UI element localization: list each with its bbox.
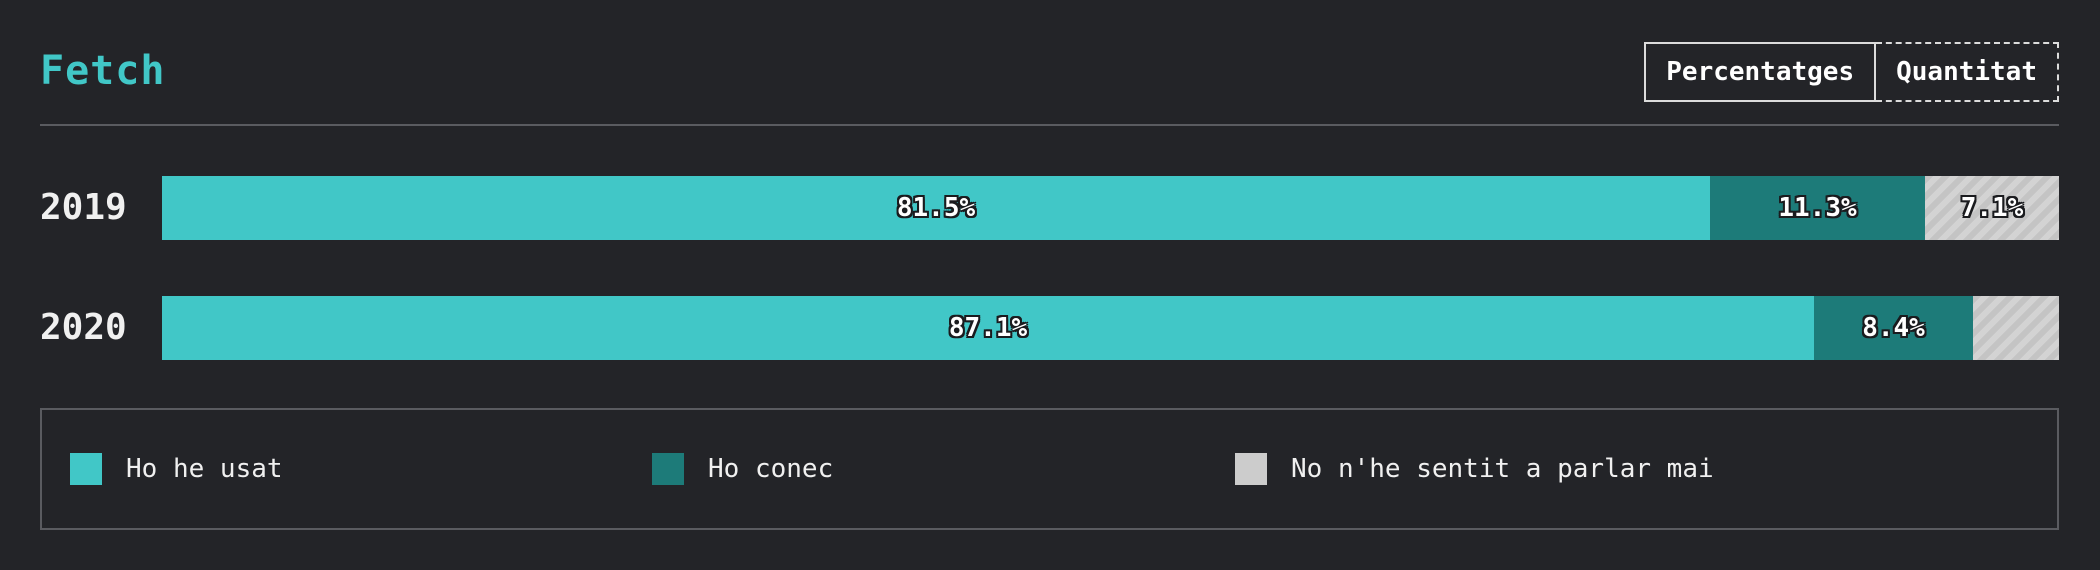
- legend-swatch-known: [652, 453, 684, 485]
- legend-label-never-heard: No n'he sentit a parlar mai: [1291, 454, 1714, 484]
- row-label-2020: 2020: [40, 307, 127, 348]
- view-toggle: Percentatges Quantitat: [1644, 42, 2059, 102]
- legend-swatch-used: [70, 453, 102, 485]
- data-label-never-heard-2019: 7.1%: [1960, 193, 2024, 223]
- data-label-used-2019: 81.5%: [896, 193, 976, 223]
- bar-segment-known-2019[interactable]: 11.3%: [1710, 176, 1925, 240]
- bar-row-2020: 2020 87.1% 8.4%: [40, 296, 2059, 360]
- bar-segment-used-2020[interactable]: 87.1%: [162, 296, 1814, 360]
- bar-segment-used-2019[interactable]: 81.5%: [162, 176, 1710, 240]
- data-label-used-2020: 87.1%: [948, 313, 1028, 343]
- legend-label-used: Ho he usat: [126, 454, 283, 484]
- bar-row-2019: 2019 81.5% 11.3% 7.1%: [40, 176, 2059, 240]
- row-label-2019: 2019: [40, 187, 127, 228]
- bar-segment-never-heard-2020[interactable]: [1973, 296, 2059, 360]
- chart-title: Fetch: [40, 48, 166, 94]
- quantity-button[interactable]: Quantitat: [1876, 42, 2059, 102]
- chart-header: Fetch Percentatges Quantitat: [40, 40, 2059, 126]
- legend-item-used[interactable]: Ho he usat: [70, 410, 283, 528]
- bar-track-2020: 87.1% 8.4%: [162, 296, 2059, 360]
- data-label-known-2020: 8.4%: [1862, 313, 1925, 343]
- legend-item-known[interactable]: Ho conec: [652, 410, 833, 528]
- percentages-button[interactable]: Percentatges: [1644, 42, 1877, 102]
- legend: Ho he usat Ho conec No n'he sentit a par…: [40, 408, 2059, 530]
- legend-label-known: Ho conec: [708, 454, 834, 484]
- bar-segment-known-2020[interactable]: 8.4%: [1814, 296, 1973, 360]
- legend-swatch-never-heard: [1235, 453, 1267, 485]
- data-label-known-2019: 11.3%: [1778, 193, 1857, 223]
- bar-segment-never-heard-2019[interactable]: 7.1%: [1925, 176, 2059, 240]
- bar-track-2019: 81.5% 11.3% 7.1%: [162, 176, 2059, 240]
- legend-item-never-heard[interactable]: No n'he sentit a parlar mai: [1235, 410, 1714, 528]
